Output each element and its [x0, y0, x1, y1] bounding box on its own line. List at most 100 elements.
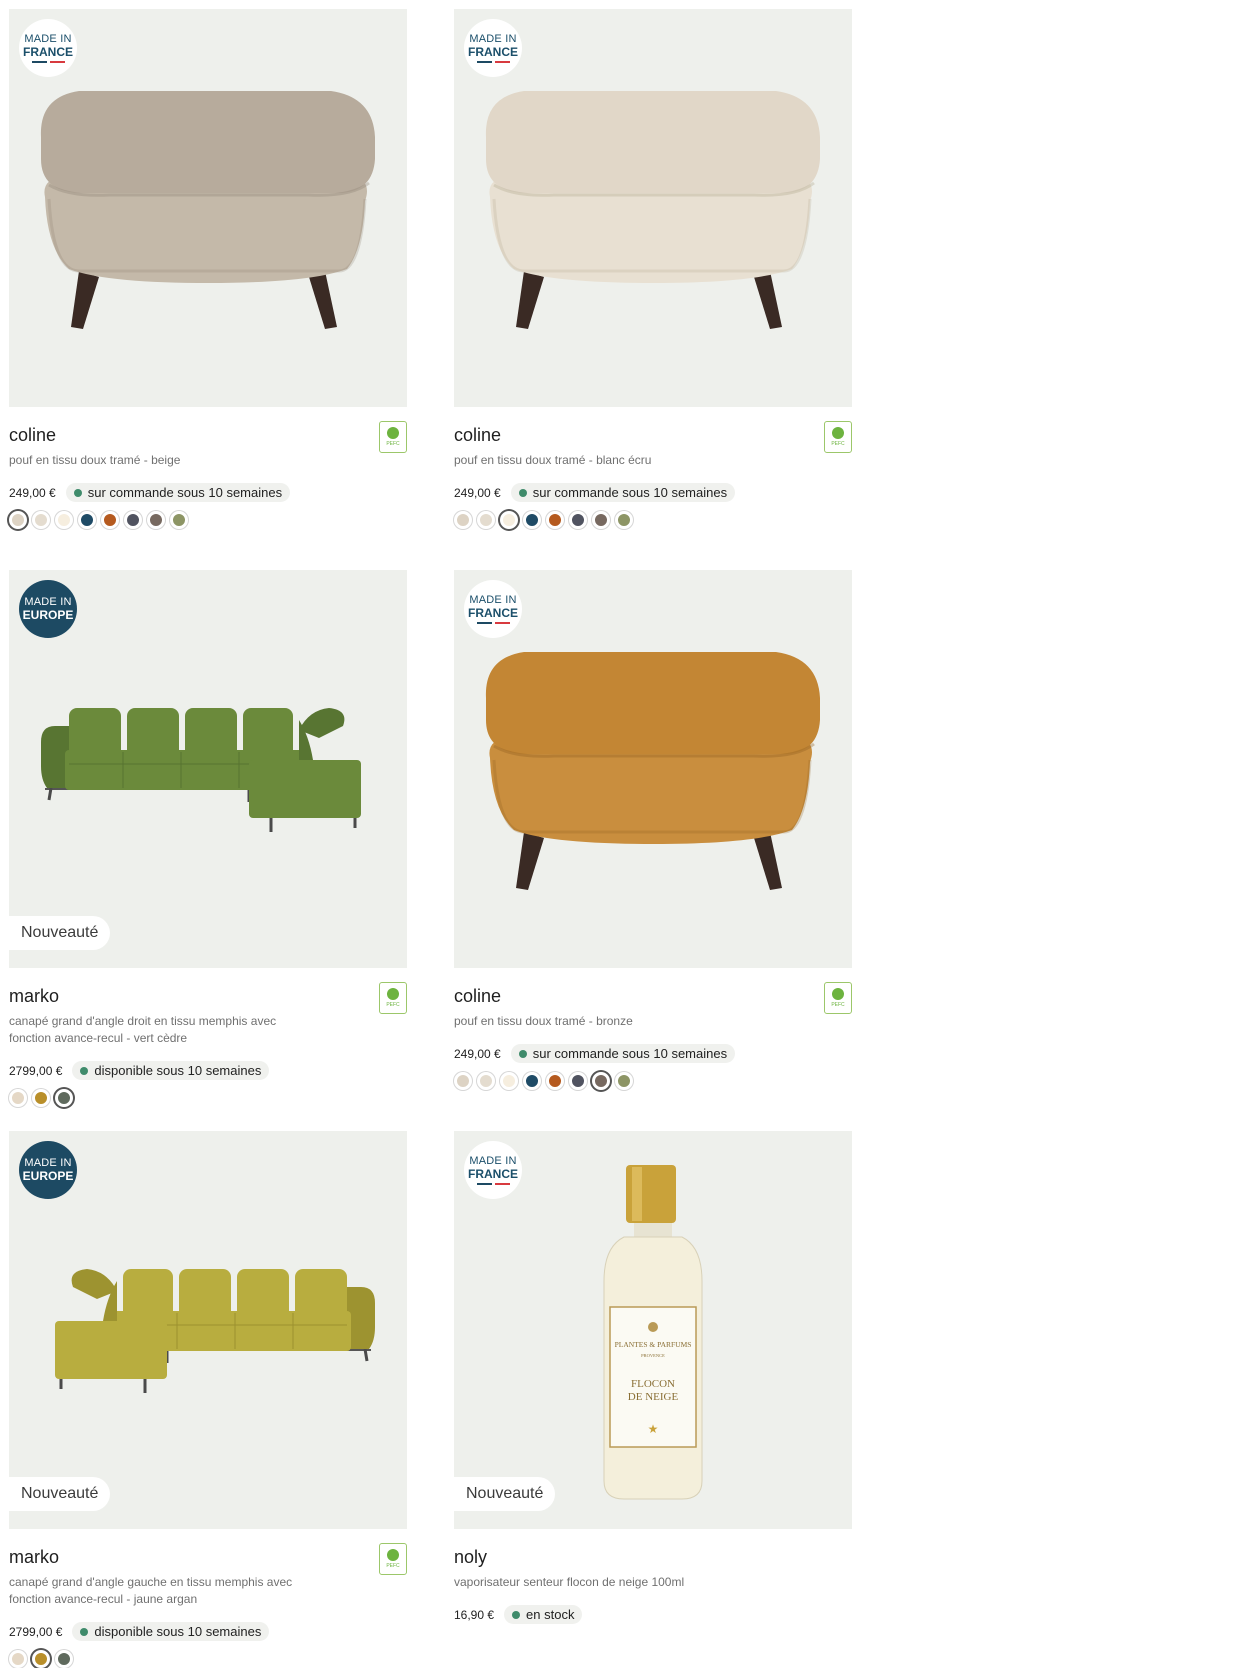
color-swatch[interactable] — [615, 1072, 633, 1090]
availability-text: en stock — [526, 1607, 575, 1622]
color-swatch[interactable] — [147, 511, 165, 529]
color-swatch[interactable] — [546, 1072, 564, 1090]
french-flag-icon — [476, 60, 510, 63]
product-price: 16,90 € — [454, 1607, 495, 1622]
product-image-container[interactable]: MADE IN FRANCE — [454, 570, 852, 968]
product-name[interactable]: coline — [454, 407, 852, 446]
made-in-france-badge: MADE IN FRANCE — [19, 19, 77, 77]
product-image-container[interactable]: PLANTES & PARFUMS PROVENCE FLOCON DE NEI… — [454, 1131, 852, 1529]
svg-text:PLANTES & PARFUMS: PLANTES & PARFUMS — [615, 1340, 692, 1349]
color-swatch[interactable] — [78, 511, 96, 529]
color-swatch[interactable] — [592, 1072, 610, 1090]
product-image[interactable] — [454, 570, 852, 968]
color-swatch[interactable] — [55, 1650, 73, 1668]
color-swatch[interactable] — [500, 511, 518, 529]
product-image[interactable] — [454, 9, 852, 407]
color-swatch[interactable] — [101, 511, 119, 529]
new-badge: Nouveauté — [9, 916, 111, 950]
color-swatch[interactable] — [32, 1650, 50, 1668]
product-image-container[interactable]: MADE IN EUROPE Nouveauté — [9, 570, 407, 968]
product-price: 2799,00 € — [9, 1063, 63, 1078]
product-name[interactable]: coline — [454, 968, 852, 1007]
color-swatch[interactable] — [55, 1089, 73, 1107]
color-swatches — [9, 1650, 407, 1668]
availability-text: sur commande sous 10 semaines — [532, 485, 728, 500]
product-name[interactable]: coline — [9, 407, 407, 446]
color-swatch[interactable] — [569, 511, 587, 529]
product-price: 249,00 € — [454, 1046, 501, 1061]
color-swatch[interactable] — [592, 511, 610, 529]
availability-badge: disponible sous 10 semaines — [72, 1061, 270, 1080]
svg-text:DE NEIGE: DE NEIGE — [628, 1391, 679, 1403]
color-swatch[interactable] — [477, 511, 495, 529]
color-swatch[interactable] — [477, 1072, 495, 1090]
color-swatch[interactable] — [9, 1650, 27, 1668]
availability-badge: sur commande sous 10 semaines — [510, 483, 736, 502]
french-flag-icon — [476, 621, 510, 624]
product-image[interactable]: PLANTES & PARFUMS PROVENCE FLOCON DE NEI… — [454, 1131, 852, 1529]
color-swatch[interactable] — [500, 1072, 518, 1090]
product-card[interactable]: PLANTES & PARFUMS PROVENCE FLOCON DE NEI… — [454, 1131, 852, 1624]
product-card[interactable]: MADE IN EUROPE Nouveauté PEFC marko cana… — [9, 1131, 407, 1668]
color-swatch[interactable] — [55, 511, 73, 529]
made-in-france-badge: MADE IN FRANCE — [464, 580, 522, 638]
product-description: pouf en tissu doux tramé - bronze — [454, 1014, 633, 1028]
color-swatch[interactable] — [523, 1072, 541, 1090]
product-card[interactable]: MADE IN FRANCE PEFC coline pouf en tissu… — [454, 9, 852, 529]
color-swatch[interactable] — [9, 1089, 27, 1107]
product-price: 249,00 € — [454, 485, 501, 500]
color-swatch[interactable] — [454, 1072, 472, 1090]
product-name[interactable]: marko — [9, 1529, 407, 1568]
pefc-label-icon: PEFC — [824, 421, 852, 453]
svg-text:★: ★ — [648, 1422, 659, 1436]
pefc-label-icon: PEFC — [379, 1543, 407, 1575]
color-swatch[interactable] — [32, 1089, 50, 1107]
product-description: canapé grand d'angle gauche en tissu mem… — [9, 1575, 293, 1606]
color-swatch[interactable] — [615, 511, 633, 529]
new-badge: Nouveauté — [454, 1477, 556, 1511]
product-image[interactable] — [9, 1131, 407, 1529]
availability-badge: en stock — [504, 1605, 583, 1624]
availability-badge: sur commande sous 10 semaines — [510, 1044, 736, 1063]
french-flag-icon — [476, 1182, 510, 1185]
product-card[interactable]: MADE IN FRANCE PEFC coline pouf en tissu… — [9, 9, 407, 529]
product-card[interactable]: MADE IN FRANCE PEFC coline pouf en tissu… — [454, 570, 852, 1090]
availability-text: sur commande sous 10 semaines — [532, 1046, 728, 1061]
product-image[interactable] — [9, 9, 407, 407]
status-dot-icon — [80, 1627, 89, 1636]
product-image-container[interactable]: MADE IN EUROPE Nouveauté — [9, 1131, 407, 1529]
status-dot-icon — [518, 488, 527, 497]
color-swatch[interactable] — [546, 511, 564, 529]
pefc-label-icon: PEFC — [379, 421, 407, 453]
pefc-label-icon: PEFC — [379, 982, 407, 1014]
color-swatch[interactable] — [32, 511, 50, 529]
product-description: vaporisateur senteur flocon de neige 100… — [454, 1575, 685, 1589]
product-description: pouf en tissu doux tramé - blanc écru — [454, 453, 652, 467]
product-image-container[interactable]: MADE IN FRANCE — [9, 9, 407, 407]
product-price: 2799,00 € — [9, 1624, 63, 1639]
status-dot-icon — [73, 488, 82, 497]
color-swatch[interactable] — [170, 511, 188, 529]
made-in-france-badge: MADE IN FRANCE — [464, 19, 522, 77]
made-in-france-badge: MADE IN FRANCE — [464, 1141, 522, 1199]
svg-text:FLOCON: FLOCON — [631, 1378, 675, 1390]
product-card[interactable]: MADE IN EUROPE Nouveauté PEFC marko cana… — [9, 570, 407, 1107]
color-swatch[interactable] — [569, 1072, 587, 1090]
product-description: canapé grand d'angle droit en tissu memp… — [9, 1014, 277, 1045]
color-swatches — [9, 1089, 407, 1107]
status-dot-icon — [80, 1066, 89, 1075]
availability-text: disponible sous 10 semaines — [94, 1624, 262, 1639]
color-swatches — [9, 511, 407, 529]
product-image[interactable] — [9, 570, 407, 968]
product-name[interactable]: noly — [454, 1529, 852, 1568]
product-image-container[interactable]: MADE IN FRANCE — [454, 9, 852, 407]
product-name[interactable]: marko — [9, 968, 407, 1007]
color-swatch[interactable] — [9, 511, 27, 529]
svg-text:PROVENCE: PROVENCE — [641, 1353, 665, 1358]
availability-badge: sur commande sous 10 semaines — [65, 483, 291, 502]
status-dot-icon — [518, 1049, 527, 1058]
color-swatch[interactable] — [124, 511, 142, 529]
color-swatch[interactable] — [454, 511, 472, 529]
product-price: 249,00 € — [9, 485, 56, 500]
color-swatch[interactable] — [523, 511, 541, 529]
